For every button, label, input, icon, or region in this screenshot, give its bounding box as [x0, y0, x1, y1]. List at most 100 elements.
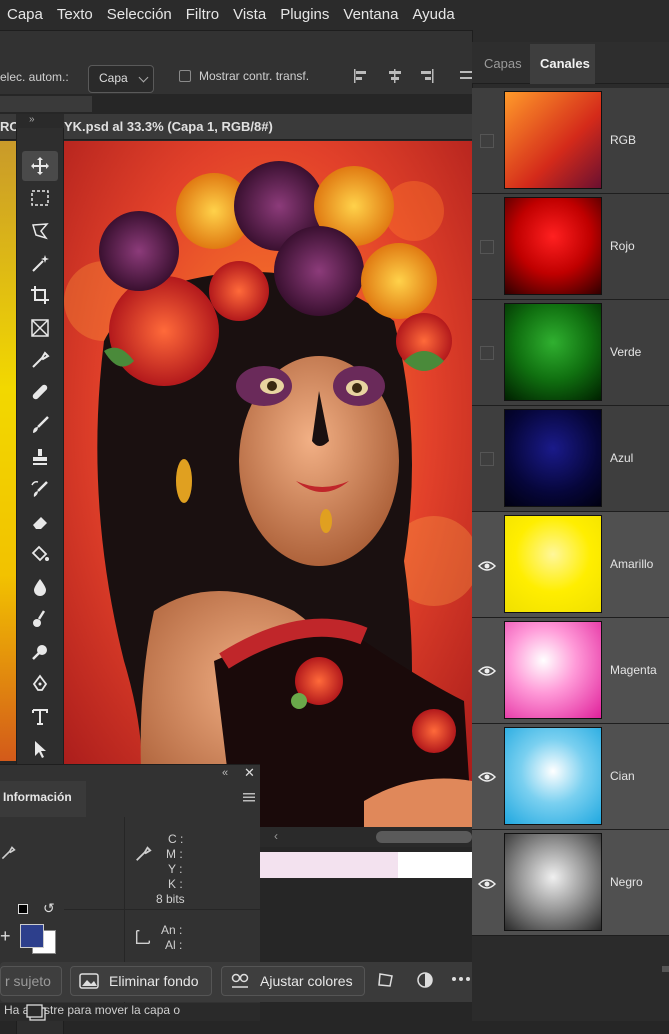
healing-tool[interactable]: [22, 377, 58, 407]
show-transform-checkbox[interactable]: [179, 70, 191, 82]
tab-capas[interactable]: Capas: [474, 44, 532, 84]
smudge-tool[interactable]: [22, 604, 58, 634]
marquee-icon: [31, 190, 49, 206]
document-tab-strip: [0, 94, 472, 114]
type-tool[interactable]: [22, 702, 58, 732]
menu-seleccion[interactable]: Selección: [100, 0, 179, 30]
eyedropper-readout-icon: [136, 846, 152, 861]
channel-label-rgb: RGB: [610, 133, 637, 147]
swap-colors-icon[interactable]: ↺: [43, 900, 55, 917]
lasso-icon: [32, 223, 49, 240]
chevron-down-icon: [138, 72, 149, 83]
channel-thumbnail-black: [504, 833, 602, 931]
eyedropper-small-icon: [1, 846, 16, 860]
menu-vista[interactable]: Vista: [226, 0, 273, 30]
info-tab-label: Información: [3, 790, 72, 804]
remove-background-label: Eliminar fondo: [109, 973, 199, 989]
paint-bucket-tool[interactable]: [22, 539, 58, 569]
horizontal-scrollbar[interactable]: ‹: [260, 827, 472, 847]
align-right-icon[interactable]: [418, 68, 436, 84]
tab-canales[interactable]: Canales: [530, 44, 595, 84]
history-brush-tool[interactable]: [22, 474, 58, 504]
auto-select-dropdown[interactable]: Capa: [88, 65, 154, 93]
eraser-icon: [33, 517, 47, 529]
document-canvas[interactable]: [64, 141, 472, 827]
panel-menu-icon[interactable]: [243, 792, 255, 802]
pen-icon: [32, 674, 48, 691]
channel-label-magenta: Magenta: [610, 663, 657, 677]
channels-panel-footer: [472, 936, 669, 1021]
marquee-tool[interactable]: [22, 183, 58, 213]
visibility-toggle[interactable]: [480, 346, 494, 360]
visibility-toggle[interactable]: [480, 452, 494, 466]
move-tool[interactable]: [22, 151, 58, 181]
foreground-color-swatch[interactable]: [20, 924, 44, 948]
document-tab-title: YK.psd al 33.3% (Capa 1, RGB/8#): [64, 119, 273, 134]
magic-wand-tool[interactable]: [22, 248, 58, 278]
move-icon: [31, 157, 49, 175]
eyedropper-tool[interactable]: [22, 345, 58, 375]
menu-filtro[interactable]: Filtro: [179, 0, 226, 30]
bandage-icon: [32, 384, 48, 400]
eye-icon[interactable]: [478, 664, 496, 678]
other-document-tab[interactable]: [0, 96, 92, 112]
eyedropper-icon: [32, 351, 50, 368]
contrast-icon[interactable]: [415, 970, 435, 990]
align-left-icon[interactable]: [352, 68, 370, 84]
channel-thumbnail-cyan: [504, 727, 602, 825]
menu-texto[interactable]: Texto: [50, 0, 100, 30]
menu-capa[interactable]: Capa: [0, 0, 50, 30]
remove-background-button[interactable]: Eliminar fondo: [70, 966, 212, 996]
lasso-tool[interactable]: [22, 216, 58, 246]
smudge-icon: [33, 610, 46, 627]
channel-thumbnail-red: [504, 197, 602, 295]
tools-panel-header[interactable]: »: [16, 114, 64, 128]
channel-thumbnail-magenta: [504, 621, 602, 719]
eraser-tool[interactable]: [22, 507, 58, 537]
dodge-icon: [32, 645, 47, 660]
info-y: Y :: [168, 862, 183, 876]
frame-tool[interactable]: [22, 313, 58, 343]
visibility-toggle[interactable]: [480, 240, 494, 254]
path-select-tool[interactable]: [22, 734, 58, 764]
canvas-edge: [0, 141, 16, 761]
eye-icon[interactable]: [478, 877, 496, 891]
default-colors-icon[interactable]: [18, 904, 28, 914]
panel-collapse-icon[interactable]: «: [222, 767, 228, 779]
close-icon[interactable]: ✕: [244, 765, 255, 781]
channel-thumbnail-green: [504, 303, 602, 401]
channel-label-blue: Azul: [610, 451, 634, 465]
transform-icon[interactable]: [376, 970, 396, 990]
auto-select-value: Capa: [99, 71, 128, 85]
scroll-thumb[interactable]: [376, 831, 472, 843]
pasteboard-strip: [260, 852, 472, 878]
more-options-icon[interactable]: [451, 974, 471, 984]
visibility-toggle[interactable]: [480, 134, 494, 148]
blur-tool[interactable]: [22, 572, 58, 602]
adjust-colors-button[interactable]: Ajustar colores: [221, 966, 365, 996]
type-icon: [32, 709, 48, 725]
menu-ventana[interactable]: Ventana: [336, 0, 405, 30]
adjust-colors-label: Ajustar colores: [260, 973, 353, 989]
info-height: Al :: [165, 938, 183, 952]
crop-tool[interactable]: [22, 280, 58, 310]
stamp-tool[interactable]: [22, 442, 58, 472]
channel-label-green: Verde: [610, 345, 642, 359]
menu-ayuda[interactable]: Ayuda: [405, 0, 461, 30]
menu-plugins[interactable]: Plugins: [273, 0, 336, 30]
dodge-tool[interactable]: [22, 637, 58, 667]
collapse-icon[interactable]: »: [29, 114, 35, 125]
drop-icon: [34, 579, 46, 596]
scroll-indicator: [662, 966, 669, 972]
eye-icon[interactable]: [478, 559, 496, 573]
stamp-icon: [33, 449, 47, 465]
align-center-icon[interactable]: [386, 68, 404, 84]
pen-tool[interactable]: [22, 669, 58, 699]
channel-thumbnail-blue: [504, 409, 602, 507]
brush-tool[interactable]: [22, 410, 58, 440]
hint-icon: [26, 1004, 46, 1021]
select-subject-button[interactable]: r sujeto: [0, 966, 62, 996]
scroll-left-icon[interactable]: ‹: [274, 829, 278, 843]
add-icon[interactable]: +: [0, 926, 11, 947]
eye-icon[interactable]: [478, 770, 496, 784]
